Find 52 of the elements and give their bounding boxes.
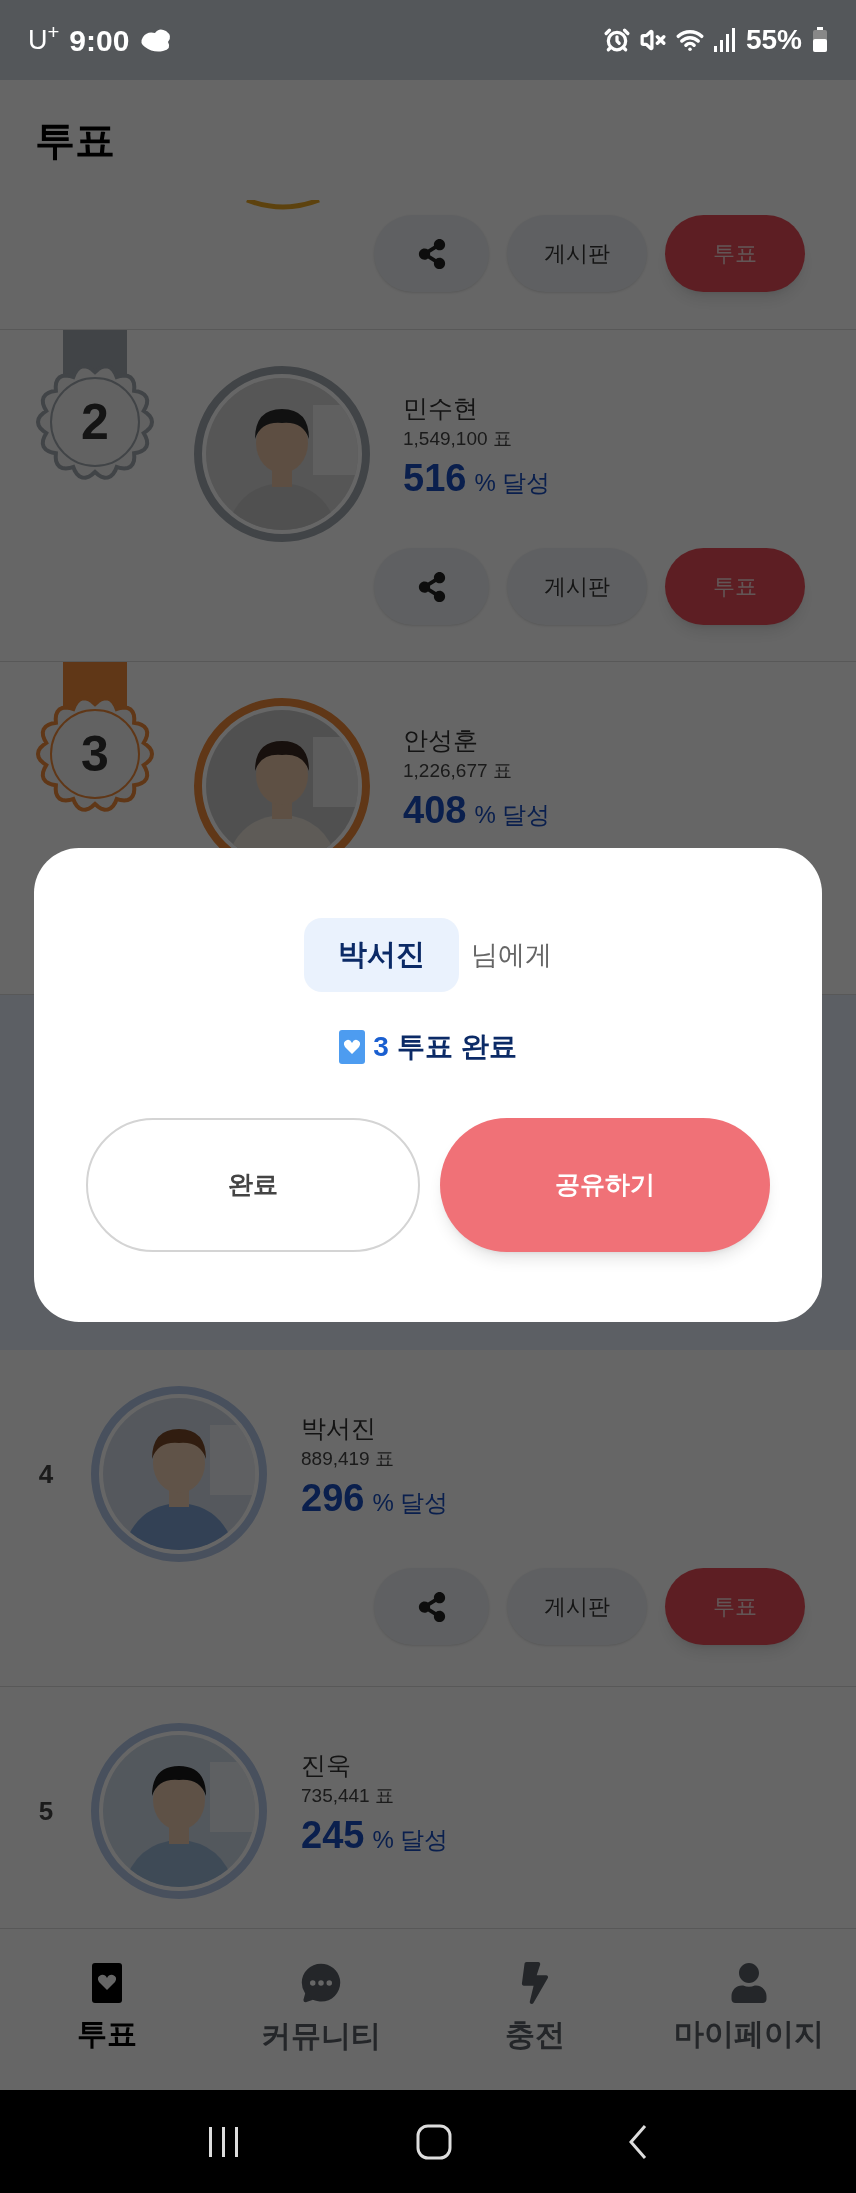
vote-count: 1,549,100 표 [403,427,513,451]
recipient-name: 박서진 [304,918,459,992]
nav-tab[interactable]: 커뮤니티 [214,1929,428,2090]
vote-complete-message: 투표 완료 [396,1030,517,1064]
back-icon[interactable] [626,2123,649,2160]
done-button[interactable]: 완료 [86,1118,420,1252]
nav-tab[interactable]: 충전 [428,1929,642,2090]
rank-number: 2 [80,393,110,452]
board-button[interactable]: 게시판 [507,215,647,292]
achievement-percent: 408 [403,788,467,833]
heart-card-icon [92,1963,122,2003]
rank-number: 3 [80,725,110,784]
vote-count: 1,226,677 표 [403,759,513,783]
achievement-percent: 516 [403,456,467,501]
candidate-name: 안성훈 [403,725,479,756]
signal-icon [713,28,736,52]
battery-icon [812,27,828,53]
chat-icon [299,1961,343,2005]
medal-icon [35,330,155,480]
achievement-label: % 달성 [372,1488,449,1518]
achievement-label: % 달성 [372,1825,449,1855]
rank-number: 5 [37,1794,55,1828]
recipient-suffix: 님에게 [471,938,552,972]
share-button[interactable]: 공유하기 [440,1118,770,1252]
clock-time: 9:00 [69,22,130,59]
nav-tab[interactable]: 마이페이지 [642,1929,856,2090]
person-icon [729,1963,769,2003]
carrier-label: U$^{+}$ [28,19,60,57]
mute-icon [639,27,666,53]
rank-number: 4 [37,1457,55,1491]
vote-count: 889,419 표 [301,1447,395,1471]
heart-card-icon [339,1030,366,1064]
share-icon [416,1591,447,1622]
achievement-label: % 달성 [474,468,551,498]
achievement-label: % 달성 [474,800,551,830]
candidate-name: 박서진 [301,1413,377,1444]
medal-icon [35,662,155,812]
page-title: 투표 [35,117,115,164]
achievement-percent: 296 [301,1476,365,1521]
board-button[interactable]: 게시판 [507,1568,647,1645]
share-icon [416,571,447,602]
candidate-name: 민수현 [403,393,479,424]
candidate-name: 진욱 [301,1750,352,1781]
achievement-percent: 245 [301,1813,365,1858]
share-icon [416,238,447,269]
board-button[interactable]: 게시판 [507,548,647,625]
nav-tab[interactable]: 투표 [0,1929,214,2090]
vote-count-done: 3 [373,1030,389,1064]
alarm-icon [603,27,630,53]
battery-percent: 55% [745,23,802,57]
home-icon[interactable] [416,2123,452,2160]
vote-count: 735,441 표 [301,1784,395,1808]
